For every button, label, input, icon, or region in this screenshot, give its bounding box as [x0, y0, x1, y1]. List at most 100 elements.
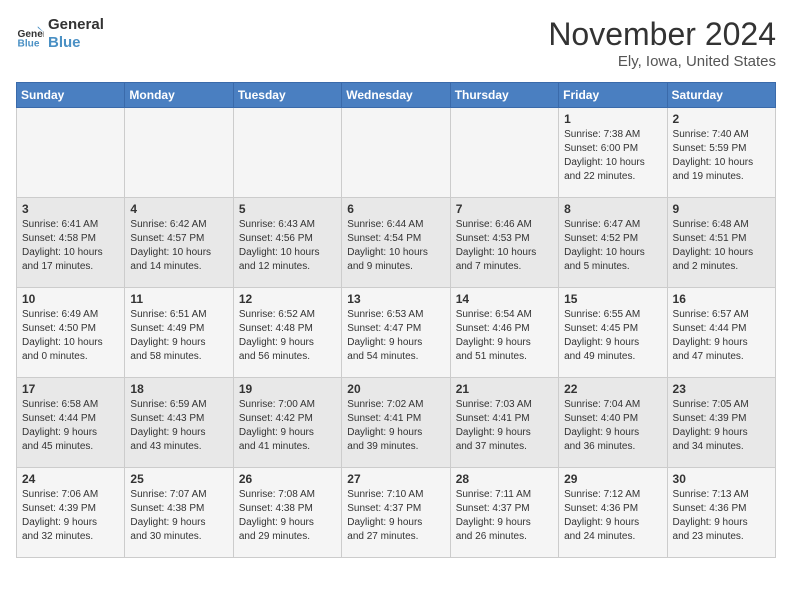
location: Ely, Iowa, United States [548, 53, 776, 70]
calendar-cell: 13 Sunrise: 6:53 AM Sunset: 4:47 PM Dayli… [342, 288, 450, 378]
day-number: 1 [564, 112, 661, 126]
day-number: 28 [456, 472, 553, 486]
calendar-cell: 4 Sunrise: 6:42 AM Sunset: 4:57 PM Daylig… [125, 198, 233, 288]
day-info: Sunrise: 6:57 AM Sunset: 4:44 PM Dayligh… [673, 308, 770, 364]
day-info: Sunrise: 7:10 AM Sunset: 4:37 PM Dayligh… [347, 488, 444, 544]
calendar-cell: 24Sunrise: 7:06 AM Sunset: 4:39 PM Dayli… [17, 468, 125, 558]
calendar-cell: 16Sunrise: 6:57 AM Sunset: 4:44 PM Dayli… [667, 288, 775, 378]
day-number: 11 [130, 292, 227, 306]
day-info: Sunrise: 6:48 AM Sunset: 4:51 PM Dayligh… [673, 218, 770, 274]
day-info: Sunrise: 6:46 AM Sunset: 4:53 PM Dayligh… [456, 218, 553, 274]
day-number: 15 [564, 292, 661, 306]
week-row-5: 24Sunrise: 7:06 AM Sunset: 4:39 PM Dayli… [17, 468, 776, 558]
calendar-cell: 28Sunrise: 7:11 AM Sunset: 4:37 PM Dayli… [450, 468, 558, 558]
day-number: 21 [456, 382, 553, 396]
calendar-cell [125, 108, 233, 198]
day-info: Sunrise: 7:08 AM Sunset: 4:38 PM Dayligh… [239, 488, 336, 544]
calendar-cell: 26 Sunrise: 7:08 AM Sunset: 4:38 PM Dayli… [233, 468, 341, 558]
day-info: Sunrise: 6:54 AM Sunset: 4:46 PM Dayligh… [456, 308, 553, 364]
weekday-header-friday: Friday [559, 83, 667, 108]
day-info: Sunrise: 7:02 AM Sunset: 4:41 PM Dayligh… [347, 398, 444, 454]
calendar-cell: 25 Sunrise: 7:07 AM Sunset: 4:38 PM Dayli… [125, 468, 233, 558]
day-info: Sunrise: 7:38 AM Sunset: 6:00 PM Dayligh… [564, 128, 661, 184]
day-number: 30 [673, 472, 770, 486]
day-info: Sunrise: 6:49 AM Sunset: 4:50 PM Dayligh… [22, 308, 119, 364]
day-info: Sunrise: 7:06 AM Sunset: 4:39 PM Dayligh… [22, 488, 119, 544]
title-block: November 2024 Ely, Iowa, United States [548, 16, 776, 70]
weekday-header-row: SundayMondayTuesdayWednesdayThursdayFrid… [17, 83, 776, 108]
calendar-cell: 15 Sunrise: 6:55 AM Sunset: 4:45 PM Dayli… [559, 288, 667, 378]
calendar-cell: 20 Sunrise: 7:02 AM Sunset: 4:41 PM Dayli… [342, 378, 450, 468]
svg-text:Blue: Blue [18, 38, 40, 48]
day-info: Sunrise: 7:00 AM Sunset: 4:42 PM Dayligh… [239, 398, 336, 454]
calendar-cell: 10 Sunrise: 6:49 AM Sunset: 4:50 PM Dayli… [17, 288, 125, 378]
day-number: 22 [564, 382, 661, 396]
day-info: Sunrise: 7:13 AM Sunset: 4:36 PM Dayligh… [673, 488, 770, 544]
weekday-header-monday: Monday [125, 83, 233, 108]
logo-icon: General Blue [16, 20, 44, 48]
weekday-header-thursday: Thursday [450, 83, 558, 108]
calendar-cell [342, 108, 450, 198]
day-info: Sunrise: 7:03 AM Sunset: 4:41 PM Dayligh… [456, 398, 553, 454]
calendar-table: SundayMondayTuesdayWednesdayThursdayFrid… [16, 82, 776, 558]
logo: General Blue General Blue [16, 16, 104, 52]
weekday-header-saturday: Saturday [667, 83, 775, 108]
day-number: 10 [22, 292, 119, 306]
day-number: 7 [456, 202, 553, 216]
logo-text-general: General [48, 16, 104, 34]
day-number: 23 [673, 382, 770, 396]
calendar-cell: 23 Sunrise: 7:05 AM Sunset: 4:39 PM Dayli… [667, 378, 775, 468]
day-number: 12 [239, 292, 336, 306]
week-row-4: 17 Sunrise: 6:58 AM Sunset: 4:44 PM Dayli… [17, 378, 776, 468]
day-info: Sunrise: 7:04 AM Sunset: 4:40 PM Dayligh… [564, 398, 661, 454]
day-number: 27 [347, 472, 444, 486]
day-number: 6 [347, 202, 444, 216]
day-info: Sunrise: 6:53 AM Sunset: 4:47 PM Dayligh… [347, 308, 444, 364]
day-info: Sunrise: 7:07 AM Sunset: 4:38 PM Dayligh… [130, 488, 227, 544]
month-title: November 2024 [548, 16, 776, 53]
day-info: Sunrise: 7:05 AM Sunset: 4:39 PM Dayligh… [673, 398, 770, 454]
day-info: Sunrise: 6:41 AM Sunset: 4:58 PM Dayligh… [22, 218, 119, 274]
day-info: Sunrise: 6:42 AM Sunset: 4:57 PM Dayligh… [130, 218, 227, 274]
day-number: 19 [239, 382, 336, 396]
day-info: Sunrise: 6:55 AM Sunset: 4:45 PM Dayligh… [564, 308, 661, 364]
calendar-cell: 17 Sunrise: 6:58 AM Sunset: 4:44 PM Dayli… [17, 378, 125, 468]
day-info: Sunrise: 6:58 AM Sunset: 4:44 PM Dayligh… [22, 398, 119, 454]
calendar-cell: 19 Sunrise: 7:00 AM Sunset: 4:42 PM Dayli… [233, 378, 341, 468]
week-row-3: 10 Sunrise: 6:49 AM Sunset: 4:50 PM Dayli… [17, 288, 776, 378]
weekday-header-sunday: Sunday [17, 83, 125, 108]
calendar-cell: 7 Sunrise: 6:46 AM Sunset: 4:53 PM Daylig… [450, 198, 558, 288]
day-number: 26 [239, 472, 336, 486]
calendar-cell: 3 Sunrise: 6:41 AM Sunset: 4:58 PM Daylig… [17, 198, 125, 288]
calendar-cell: 22 Sunrise: 7:04 AM Sunset: 4:40 PM Dayli… [559, 378, 667, 468]
day-number: 9 [673, 202, 770, 216]
day-number: 20 [347, 382, 444, 396]
day-info: Sunrise: 6:59 AM Sunset: 4:43 PM Dayligh… [130, 398, 227, 454]
day-number: 13 [347, 292, 444, 306]
calendar-cell [450, 108, 558, 198]
day-info: Sunrise: 6:43 AM Sunset: 4:56 PM Dayligh… [239, 218, 336, 274]
day-number: 2 [673, 112, 770, 126]
day-number: 25 [130, 472, 227, 486]
day-number: 18 [130, 382, 227, 396]
weekday-header-wednesday: Wednesday [342, 83, 450, 108]
day-info: Sunrise: 6:47 AM Sunset: 4:52 PM Dayligh… [564, 218, 661, 274]
day-info: Sunrise: 7:12 AM Sunset: 4:36 PM Dayligh… [564, 488, 661, 544]
calendar-cell: 14 Sunrise: 6:54 AM Sunset: 4:46 PM Dayli… [450, 288, 558, 378]
calendar-cell [17, 108, 125, 198]
week-row-1: 1 Sunrise: 7:38 AM Sunset: 6:00 PM Daylig… [17, 108, 776, 198]
day-number: 29 [564, 472, 661, 486]
day-info: Sunrise: 6:52 AM Sunset: 4:48 PM Dayligh… [239, 308, 336, 364]
day-number: 3 [22, 202, 119, 216]
calendar-cell: 21 Sunrise: 7:03 AM Sunset: 4:41 PM Dayli… [450, 378, 558, 468]
calendar-cell: 2Sunrise: 7:40 AM Sunset: 5:59 PM Daylig… [667, 108, 775, 198]
day-number: 17 [22, 382, 119, 396]
day-number: 4 [130, 202, 227, 216]
calendar-cell: 29 Sunrise: 7:12 AM Sunset: 4:36 PM Dayli… [559, 468, 667, 558]
page-header: General Blue General Blue November 2024 … [16, 16, 776, 70]
calendar-cell: 5Sunrise: 6:43 AM Sunset: 4:56 PM Daylig… [233, 198, 341, 288]
weekday-header-tuesday: Tuesday [233, 83, 341, 108]
calendar-cell: 12 Sunrise: 6:52 AM Sunset: 4:48 PM Dayli… [233, 288, 341, 378]
day-number: 14 [456, 292, 553, 306]
calendar-cell: 11Sunrise: 6:51 AM Sunset: 4:49 PM Dayli… [125, 288, 233, 378]
